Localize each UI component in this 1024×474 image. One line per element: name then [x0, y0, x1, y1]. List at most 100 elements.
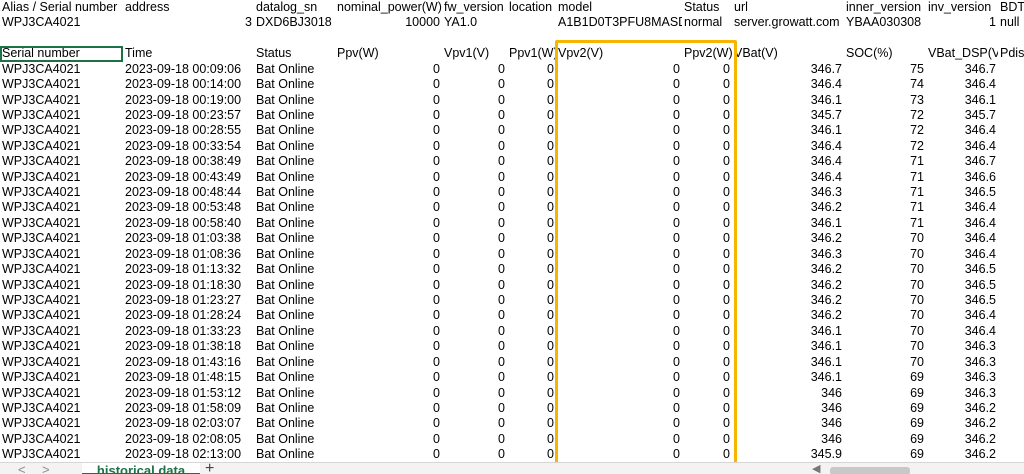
meta-value-cell[interactable]: 1 — [926, 15, 998, 30]
table-cell[interactable]: 346.1 — [732, 216, 844, 231]
table-cell[interactable]: Bat Online — [254, 416, 335, 431]
table-cell[interactable]: 0 — [507, 200, 556, 215]
table-cell[interactable]: 70 — [844, 339, 926, 354]
table-cell[interactable]: 0 — [682, 401, 732, 416]
table-cell[interactable]: 346.3 — [926, 386, 998, 401]
meta-value-cell[interactable]: server.growatt.com — [732, 15, 844, 30]
table-cell[interactable]: 2023-09-18 02:08:05 — [123, 432, 254, 447]
table-cell[interactable]: 0 — [682, 108, 732, 123]
table-cell[interactable]: 0 — [507, 185, 556, 200]
table-cell[interactable]: 2023-09-18 02:13:00 — [123, 447, 254, 462]
table-cell[interactable]: 0 — [442, 62, 507, 77]
table-cell[interactable]: WPJ3CA4021 — [0, 231, 123, 246]
table-cell[interactable]: 73 — [844, 93, 926, 108]
table-cell[interactable]: 346.2 — [732, 278, 844, 293]
table-cell[interactable]: 346 — [732, 432, 844, 447]
table-cell[interactable]: 0 — [682, 339, 732, 354]
table-cell[interactable]: WPJ3CA4021 — [0, 386, 123, 401]
table-cell[interactable]: 0 — [682, 447, 732, 462]
meta-header-cell[interactable]: Status — [682, 0, 732, 15]
table-cell[interactable]: 0 — [335, 416, 442, 431]
table-cell[interactable]: 0 — [682, 77, 732, 92]
table-cell[interactable]: 0 — [556, 370, 682, 385]
table-cell[interactable]: 0 — [682, 62, 732, 77]
table-cell[interactable]: 0 — [507, 416, 556, 431]
table-cell[interactable]: 0 — [335, 447, 442, 462]
table-cell[interactable]: 0 — [682, 216, 732, 231]
meta-header-cell[interactable]: BDT — [998, 0, 1024, 15]
table-cell[interactable]: 0 — [556, 339, 682, 354]
column-header-cell[interactable]: Pdis — [998, 46, 1024, 61]
table-cell[interactable]: 346.4 — [926, 231, 998, 246]
table-cell[interactable]: 2023-09-18 00:28:55 — [123, 123, 254, 138]
table-cell[interactable]: 0 — [556, 416, 682, 431]
table-cell[interactable]: 0 — [442, 401, 507, 416]
table-cell[interactable]: 2023-09-18 00:19:00 — [123, 93, 254, 108]
scroll-left-icon[interactable]: ◀ — [812, 463, 820, 474]
column-header-cell[interactable]: Ppv2(W) — [682, 46, 732, 61]
table-cell[interactable]: 0 — [556, 278, 682, 293]
table-cell[interactable]: WPJ3CA4021 — [0, 401, 123, 416]
table-cell[interactable]: 0 — [682, 170, 732, 185]
table-cell[interactable]: 346.7 — [926, 62, 998, 77]
meta-header-cell[interactable]: inner_version — [844, 0, 926, 15]
table-cell[interactable]: 2023-09-18 01:43:16 — [123, 355, 254, 370]
table-cell[interactable]: 0 — [682, 355, 732, 370]
table-cell[interactable]: 0 — [335, 432, 442, 447]
table-cell[interactable]: 346.3 — [926, 370, 998, 385]
table-cell[interactable]: 69 — [844, 401, 926, 416]
table-cell[interactable]: 0 — [335, 62, 442, 77]
table-cell[interactable]: 0 — [682, 324, 732, 339]
meta-value-cell[interactable]: WPJ3CA4021 — [0, 15, 123, 30]
table-cell[interactable]: 0 — [507, 123, 556, 138]
table-cell[interactable]: 346.4 — [926, 200, 998, 215]
table-cell[interactable]: Bat Online — [254, 432, 335, 447]
meta-value-cell[interactable]: 3 — [123, 15, 254, 30]
meta-value-cell[interactable]: DXD6BJ3018 — [254, 15, 335, 30]
table-cell[interactable]: 346.2 — [926, 401, 998, 416]
meta-header-cell[interactable]: model — [556, 0, 682, 15]
table-cell[interactable]: 70 — [844, 308, 926, 323]
table-cell[interactable]: 2023-09-18 01:48:15 — [123, 370, 254, 385]
table-cell[interactable]: 0 — [335, 123, 442, 138]
table-cell[interactable]: 346.1 — [732, 324, 844, 339]
table-cell[interactable]: 0 — [442, 308, 507, 323]
table-cell[interactable]: 346.4 — [926, 77, 998, 92]
column-header-cell[interactable]: Serial number — [0, 46, 123, 62]
table-cell[interactable]: 0 — [556, 93, 682, 108]
table-cell[interactable]: 0 — [507, 339, 556, 354]
table-cell[interactable]: 346.2 — [732, 231, 844, 246]
table-cell[interactable]: 346.3 — [732, 185, 844, 200]
table-cell[interactable]: 0 — [507, 355, 556, 370]
table-cell[interactable]: 0 — [335, 355, 442, 370]
table-cell[interactable]: 346 — [732, 401, 844, 416]
table-cell[interactable]: 0 — [335, 339, 442, 354]
table-cell[interactable]: 70 — [844, 355, 926, 370]
table-cell[interactable]: 74 — [844, 77, 926, 92]
table-cell[interactable]: WPJ3CA4021 — [0, 324, 123, 339]
table-cell[interactable]: WPJ3CA4021 — [0, 416, 123, 431]
table-cell[interactable]: 0 — [507, 231, 556, 246]
table-cell[interactable]: 0 — [442, 370, 507, 385]
table-cell[interactable]: 0 — [442, 231, 507, 246]
table-cell[interactable]: 2023-09-18 01:08:36 — [123, 247, 254, 262]
table-cell[interactable]: 0 — [507, 154, 556, 169]
table-cell[interactable]: 0 — [556, 123, 682, 138]
table-cell[interactable]: 346.2 — [926, 447, 998, 462]
table-cell[interactable]: 2023-09-18 00:23:57 — [123, 108, 254, 123]
table-cell[interactable]: 346.2 — [926, 416, 998, 431]
table-cell[interactable]: 0 — [556, 108, 682, 123]
table-cell[interactable]: 0 — [442, 77, 507, 92]
table-cell[interactable]: Bat Online — [254, 185, 335, 200]
table-cell[interactable]: 346.1 — [732, 355, 844, 370]
table-cell[interactable]: 71 — [844, 154, 926, 169]
table-cell[interactable]: 0 — [442, 386, 507, 401]
table-cell[interactable]: 75 — [844, 62, 926, 77]
table-cell[interactable]: 346.5 — [926, 262, 998, 277]
table-cell[interactable]: 0 — [556, 139, 682, 154]
column-header-cell[interactable]: VBat_DSP(V) — [926, 46, 998, 61]
table-cell[interactable]: WPJ3CA4021 — [0, 308, 123, 323]
table-cell[interactable]: WPJ3CA4021 — [0, 293, 123, 308]
table-cell[interactable]: 0 — [556, 154, 682, 169]
table-cell[interactable]: 2023-09-18 00:33:54 — [123, 139, 254, 154]
